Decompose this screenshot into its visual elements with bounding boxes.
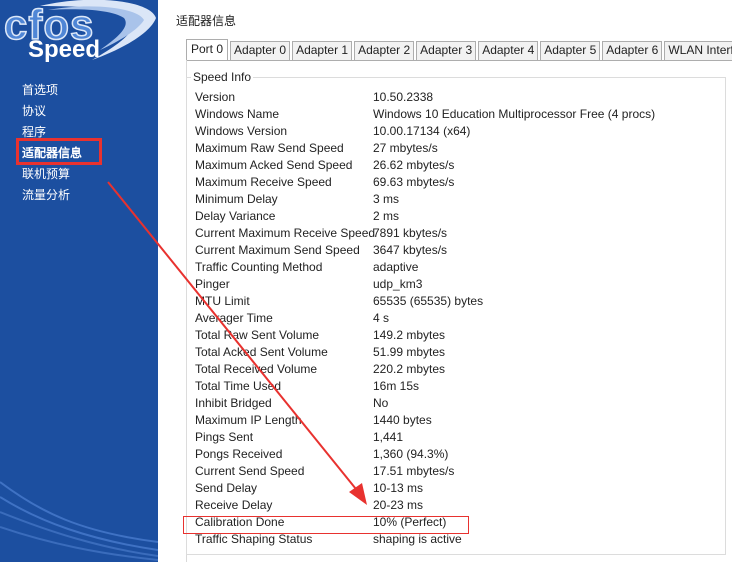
info-value: 51.99 mbytes bbox=[373, 345, 446, 359]
info-key: Pings Sent bbox=[195, 430, 254, 444]
info-value: udp_km3 bbox=[373, 277, 423, 291]
info-key: Windows Version bbox=[195, 124, 288, 138]
tab-adapter-3[interactable]: Adapter 3 bbox=[416, 41, 477, 60]
highlight-box-calibration bbox=[183, 516, 469, 534]
tab-adapter-0[interactable]: Adapter 0 bbox=[230, 41, 291, 60]
sidebar: cfos Speed 首选项 协议 程序 适配器信息 联机预算 流量分析 bbox=[0, 0, 158, 562]
info-key: Current Maximum Send Speed bbox=[195, 243, 360, 257]
info-key: Pongs Received bbox=[195, 447, 283, 461]
info-key: Minimum Delay bbox=[195, 192, 278, 206]
adapter-tabs: Port 0 Adapter 0 Adapter 1 Adapter 2 Ada… bbox=[186, 39, 732, 61]
info-key: Maximum Acked Send Speed bbox=[195, 158, 353, 172]
info-value: 10.00.17134 (x64) bbox=[373, 124, 471, 138]
speed-info-title: Speed Info bbox=[191, 70, 254, 84]
tab-adapter-6[interactable]: Adapter 6 bbox=[602, 41, 663, 60]
info-key: Maximum Receive Speed bbox=[195, 175, 332, 189]
info-key: Send Delay bbox=[195, 481, 258, 495]
info-value: 10-13 ms bbox=[373, 481, 424, 495]
info-value: 7891 kbytes/s bbox=[373, 226, 448, 240]
info-key: Pinger bbox=[195, 277, 230, 291]
info-key: Version bbox=[195, 90, 236, 104]
info-value: 17.51 mbytes/s bbox=[373, 464, 455, 478]
info-key: Traffic Counting Method bbox=[195, 260, 323, 274]
info-value: 20-23 ms bbox=[373, 498, 424, 512]
info-key: Receive Delay bbox=[195, 498, 273, 512]
info-key: MTU Limit bbox=[195, 294, 250, 308]
tab-wlan-interface[interactable]: WLAN Interface bbox=[664, 41, 732, 60]
sidebar-item-preferences[interactable]: 首选项 bbox=[22, 80, 82, 101]
tab-port-0[interactable]: Port 0 bbox=[186, 39, 229, 60]
tab-adapter-1[interactable]: Adapter 1 bbox=[292, 41, 353, 60]
info-key: Current Maximum Receive Speed bbox=[195, 226, 376, 240]
info-key: Total Time Used bbox=[195, 379, 282, 393]
info-key: Total Raw Sent Volume bbox=[195, 328, 320, 342]
info-key: Total Acked Sent Volume bbox=[195, 345, 328, 359]
tab-adapter-4[interactable]: Adapter 4 bbox=[478, 41, 539, 60]
tab-adapter-5[interactable]: Adapter 5 bbox=[540, 41, 601, 60]
logo-text-speed: Speed bbox=[28, 36, 101, 63]
info-value: No bbox=[373, 396, 389, 410]
info-key: Total Received Volume bbox=[195, 362, 318, 376]
info-value: adaptive bbox=[373, 260, 419, 274]
page-title: 适配器信息 bbox=[176, 14, 237, 28]
info-key: Averager Time bbox=[195, 311, 273, 325]
info-value: 1,441 bbox=[373, 430, 404, 444]
info-value: 27 mbytes/s bbox=[373, 141, 438, 155]
sidebar-item-online-budget[interactable]: 联机预算 bbox=[22, 164, 82, 185]
info-value: 1440 bytes bbox=[373, 413, 432, 427]
info-value: 2 ms bbox=[373, 209, 400, 223]
info-value: 3647 kbytes/s bbox=[373, 243, 448, 257]
info-value: 16m 15s bbox=[373, 379, 420, 393]
info-key: Maximum IP Length bbox=[195, 413, 302, 427]
sidebar-item-traffic-analysis[interactable]: 流量分析 bbox=[22, 185, 82, 206]
sidebar-item-protocols[interactable]: 协议 bbox=[22, 101, 82, 122]
highlight-box-adapter-info bbox=[16, 138, 102, 165]
info-value: 26.62 mbytes/s bbox=[373, 158, 455, 172]
info-value: 69.63 mbytes/s bbox=[373, 175, 455, 189]
info-key: Inhibit Bridged bbox=[195, 396, 272, 410]
info-value: 4 s bbox=[373, 311, 390, 325]
info-value: 220.2 mbytes bbox=[373, 362, 446, 376]
tab-adapter-2[interactable]: Adapter 2 bbox=[354, 41, 415, 60]
info-key: Maximum Raw Send Speed bbox=[195, 141, 344, 155]
info-value: 65535 (65535) bytes bbox=[373, 294, 484, 308]
info-value: 10.50.2338 bbox=[373, 90, 434, 104]
info-value: 149.2 mbytes bbox=[373, 328, 446, 342]
info-value: Windows 10 Education Multiprocessor Free… bbox=[373, 107, 656, 121]
info-key: Delay Variance bbox=[195, 209, 276, 223]
info-key: Windows Name bbox=[195, 107, 280, 121]
info-value: 1,360 (94.3%) bbox=[373, 447, 449, 461]
decorative-swoosh-bottom bbox=[0, 481, 158, 561]
info-key: Current Send Speed bbox=[195, 464, 305, 478]
info-value: 3 ms bbox=[373, 192, 400, 206]
